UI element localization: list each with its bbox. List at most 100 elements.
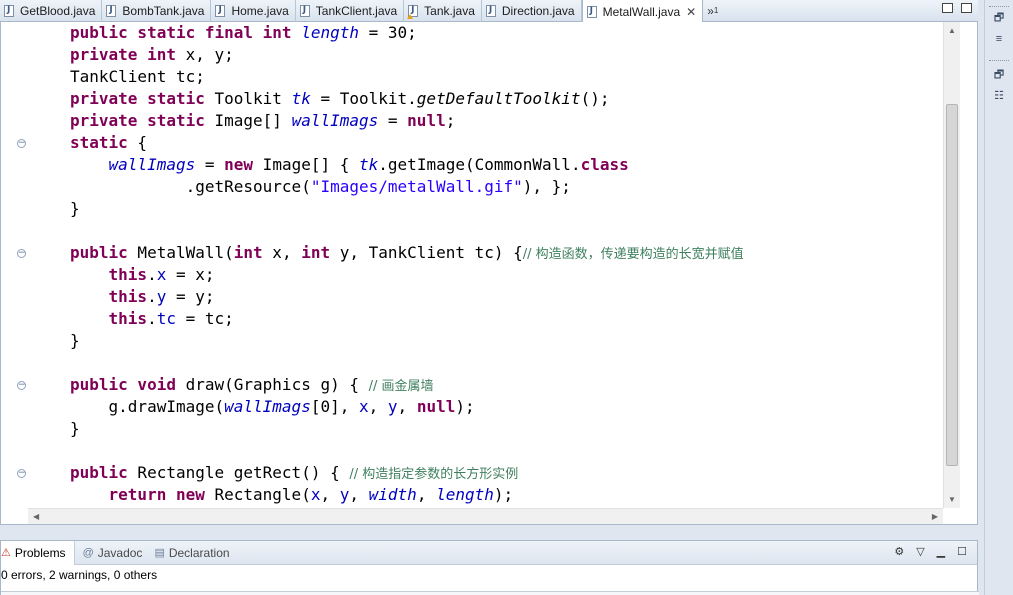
code-text-run: Rectangle getRect() { (127, 463, 350, 482)
scroll-left-icon[interactable]: ◀ (33, 512, 39, 521)
restore-icon[interactable]: 🗗 (992, 12, 1006, 24)
keyword: return new (108, 485, 205, 504)
fold-toggle-icon[interactable]: − (17, 469, 26, 478)
keyword: class (580, 155, 629, 174)
code-line: public MetalWall(int x, int y, TankClien… (70, 242, 744, 264)
code-line: .getResource("Images/metalWall.gif"), }; (70, 176, 744, 198)
scroll-down-icon[interactable]: ▼ (948, 495, 956, 504)
code-line: this.tc = tc; (70, 308, 744, 330)
fold-toggle-icon[interactable]: − (17, 139, 26, 148)
code-text-run: . (147, 265, 157, 284)
code-text-run: Toolkit (204, 89, 292, 108)
panel-toolbar: ⚙ ▽ ▁ ☐ (894, 545, 967, 558)
task-list-icon[interactable]: ☷ (992, 90, 1006, 102)
code-line: } (70, 198, 744, 220)
maximize-icon[interactable]: ☐ (957, 545, 967, 558)
restore-icon[interactable]: 🗗 (992, 69, 1006, 81)
code-text-run: draw(Graphics g) { (175, 375, 369, 394)
tab-label: Declaration (168, 545, 230, 560)
maximize-icon[interactable] (961, 3, 972, 13)
scroll-right-icon[interactable]: ▶ (932, 512, 938, 521)
code-line: } (70, 330, 744, 352)
tab-declaration[interactable]: ▤ Declaration (150, 541, 237, 565)
tab-tankclient[interactable]: TankClient.java (296, 0, 405, 22)
outline-view-icon[interactable]: ≡ (992, 33, 1006, 45)
tab-label: Problems (14, 545, 66, 560)
fold-toggle-icon[interactable]: − (17, 381, 26, 390)
code-text-run: = (378, 111, 408, 130)
restore-icon[interactable] (942, 3, 953, 13)
tab-direction[interactable]: Direction.java (482, 0, 582, 22)
problems-panel: ⚠ Problems @ Javadoc ▤ Declaration ⚙ ▽ ▁… (0, 540, 979, 595)
code-text-run: = (195, 155, 225, 174)
code-text-run: g.drawImage( (108, 397, 225, 416)
javadoc-icon: @ (82, 546, 94, 559)
code-line: private static Toolkit tk = Toolkit.getD… (70, 88, 744, 110)
editor-window-buttons (942, 3, 972, 13)
keyword: this (108, 309, 148, 328)
fold-toggle-icon[interactable]: − (17, 249, 26, 258)
panel-tab-bar: ⚠ Problems @ Javadoc ▤ Declaration ⚙ ▽ ▁… (1, 540, 977, 565)
code-text-run: ; (445, 111, 456, 130)
keyword: static (70, 133, 128, 152)
code-line: wallImags = new Image[] { tk.getImage(Co… (70, 154, 744, 176)
keyword: private int (70, 45, 176, 64)
configure-contents-icon[interactable]: ⚙ (894, 545, 904, 558)
java-file-warning-icon (407, 5, 419, 19)
code-text-run: } (70, 419, 80, 438)
code-line: static { (70, 132, 744, 154)
tab-overflow-button[interactable]: » 1 (703, 0, 718, 21)
problems-table-header (1, 591, 979, 595)
code-text-run: ); (493, 485, 514, 504)
vertical-scroll-thumb[interactable] (946, 104, 958, 466)
keyword: null (416, 397, 456, 416)
tab-metalwall[interactable]: MetalWall.java ✕ (581, 0, 704, 23)
trim-separator (989, 60, 1009, 61)
code-text-run: Image[] (204, 111, 292, 130)
tab-label: Direction.java (501, 4, 575, 18)
static-field: tk (291, 89, 311, 108)
code-text-run: } (70, 331, 80, 350)
code-text-run: , (368, 397, 388, 416)
code-editor[interactable]: − − − − public static final int length =… (0, 22, 978, 525)
instance-field: y (387, 397, 398, 416)
tab-home[interactable]: Home.java (211, 0, 296, 22)
editor-tab-bar: GetBlood.java BombTank.java Home.java Ta… (0, 0, 978, 23)
code-text-run: , (416, 485, 437, 504)
code-text[interactable]: public static final int length = 30; pri… (70, 22, 744, 506)
keyword: public void (70, 375, 176, 394)
vertical-scrollbar[interactable]: ▲ ▼ (943, 22, 960, 508)
tab-tank[interactable]: Tank.java (404, 0, 482, 22)
code-text-run: = tc; (175, 309, 234, 328)
tab-label: Home.java (231, 4, 289, 18)
code-text-run: (); (580, 89, 610, 108)
code-text-run: } (70, 199, 80, 218)
code-line: g.drawImage(wallImags[0], x, y, null); (70, 396, 744, 418)
tab-bombtank[interactable]: BombTank.java (102, 0, 212, 22)
trim-separator (989, 6, 1009, 7)
tab-getblood[interactable]: GetBlood.java (0, 0, 103, 22)
code-text-run: , (320, 485, 340, 504)
code-line: this.x = x; (70, 264, 744, 286)
close-icon[interactable]: ✕ (686, 5, 696, 19)
code-text-run: Rectangle( (204, 485, 311, 504)
horizontal-scrollbar[interactable]: ◀ ▶ (28, 508, 943, 524)
keyword: int (301, 243, 331, 262)
eclipse-window: GetBlood.java BombTank.java Home.java Ta… (0, 0, 1013, 595)
tab-problems[interactable]: ⚠ Problems (1, 540, 75, 565)
scroll-up-icon[interactable]: ▲ (948, 26, 956, 35)
code-text-run: , (349, 485, 369, 504)
code-line: private int x, y; (70, 44, 744, 66)
keyword: public static final int (70, 23, 292, 42)
code-text-run: { (127, 133, 148, 152)
tab-label: BombTank.java (122, 4, 205, 18)
tab-label: Javadoc (97, 545, 143, 560)
java-file-icon (215, 5, 226, 17)
tab-javadoc[interactable]: @ Javadoc (75, 541, 151, 565)
minimize-icon[interactable]: ▁ (937, 545, 945, 558)
view-menu-icon[interactable]: ▽ (916, 545, 924, 558)
instance-field: x (156, 265, 167, 284)
code-text-run: , (397, 397, 417, 416)
